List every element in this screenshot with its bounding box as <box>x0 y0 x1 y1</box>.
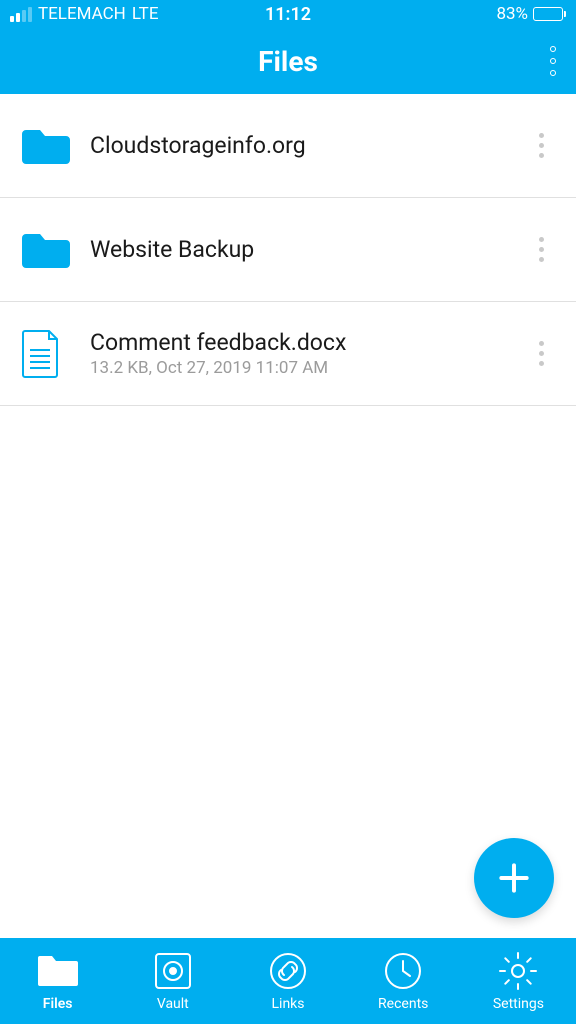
list-item[interactable]: Cloudstorageinfo.org <box>0 94 576 198</box>
tab-label: Links <box>272 996 305 1012</box>
item-menu-button[interactable] <box>529 123 554 168</box>
tab-label: Files <box>43 996 73 1012</box>
files-icon <box>36 950 80 992</box>
item-menu-button[interactable] <box>529 227 554 272</box>
tab-bar: Files Vault Links Recen <box>0 938 576 1024</box>
links-icon <box>266 950 310 992</box>
status-time: 11:12 <box>265 4 311 25</box>
list-item[interactable]: Comment feedback.docx 13.2 KB, Oct 27, 2… <box>0 302 576 406</box>
header: Files <box>0 28 576 94</box>
status-right: 83% <box>496 4 566 24</box>
list-item[interactable]: Website Backup <box>0 198 576 302</box>
signal-icon <box>10 7 32 22</box>
folder-icon <box>22 230 78 270</box>
recents-icon <box>381 950 425 992</box>
document-icon <box>22 330 78 378</box>
tab-recents[interactable]: Recents <box>346 950 461 1012</box>
item-title: Website Backup <box>90 236 529 263</box>
add-button[interactable] <box>474 838 554 918</box>
tab-vault[interactable]: Vault <box>115 950 230 1012</box>
header-menu-button[interactable] <box>550 46 556 76</box>
folder-icon <box>22 126 78 166</box>
tab-label: Vault <box>157 996 189 1012</box>
battery-percent: 83% <box>496 4 528 24</box>
tab-files[interactable]: Files <box>0 950 115 1012</box>
battery-icon <box>533 7 566 21</box>
plus-icon <box>495 859 533 897</box>
tab-links[interactable]: Links <box>230 950 345 1012</box>
item-title: Cloudstorageinfo.org <box>90 132 529 159</box>
item-title: Comment feedback.docx <box>90 329 529 356</box>
status-bar: TELEMACH LTE 11:12 83% <box>0 0 576 28</box>
tab-settings[interactable]: Settings <box>461 950 576 1012</box>
tab-label: Settings <box>493 996 544 1012</box>
vault-icon <box>151 950 195 992</box>
settings-icon <box>496 950 540 992</box>
file-list[interactable]: Cloudstorageinfo.org Website Backup Comm… <box>0 94 576 938</box>
status-left: TELEMACH LTE <box>10 4 159 24</box>
network-label: LTE <box>132 4 159 24</box>
item-menu-button[interactable] <box>529 331 554 376</box>
tab-label: Recents <box>378 996 428 1012</box>
item-subtitle: 13.2 KB, Oct 27, 2019 11:07 AM <box>90 358 529 378</box>
carrier-label: TELEMACH <box>38 4 126 24</box>
page-title: Files <box>258 45 318 78</box>
